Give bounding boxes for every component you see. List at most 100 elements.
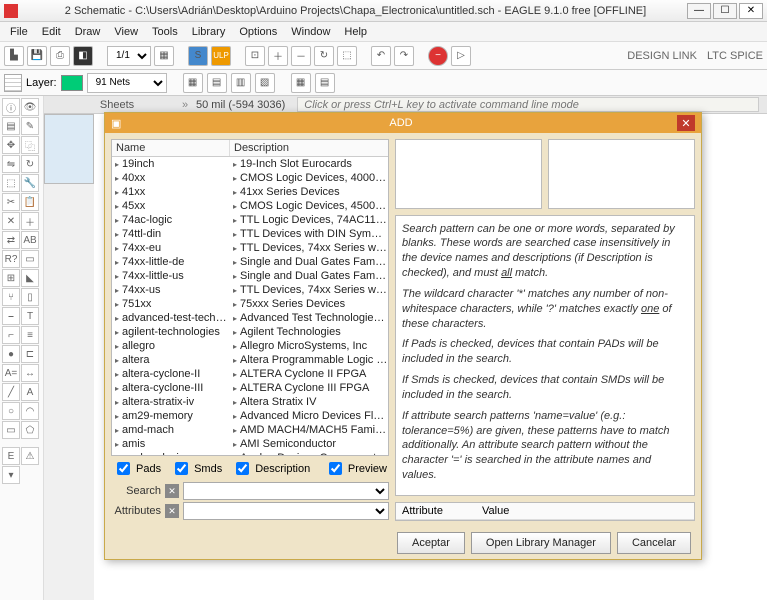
delete-icon[interactable]: ✕ [2, 212, 20, 230]
menu-help[interactable]: Help [338, 24, 373, 40]
pads-checkbox[interactable]: Pads [113, 459, 161, 478]
zoom-select-icon[interactable]: ⬚ [337, 46, 357, 66]
view-mode-5[interactable]: ▦ [291, 73, 311, 93]
open-icon[interactable]: ▙ [4, 46, 24, 66]
board-icon[interactable]: ▦ [154, 46, 174, 66]
list-item[interactable]: ▸altera▸Altera Programmable Logic Device… [112, 353, 388, 367]
list-item[interactable]: ▸41xx▸41xx Series Devices [112, 185, 388, 199]
name-icon[interactable]: R? [2, 250, 20, 268]
zoom-out-icon[interactable]: － [291, 46, 311, 66]
circle-icon[interactable]: ○ [2, 402, 20, 420]
smds-checkbox[interactable]: Smds [171, 459, 222, 478]
save-icon[interactable]: 💾 [27, 46, 47, 66]
command-line-input[interactable] [297, 97, 759, 112]
view-mode-4[interactable]: ▧ [255, 73, 275, 93]
dimension-icon[interactable]: ↔ [21, 364, 39, 382]
list-item[interactable]: ▸amd-mach▸AMD MACH4/MACH5 Family (Vantis… [112, 423, 388, 437]
brand-ltspice[interactable]: LTC SPICE [707, 50, 763, 62]
list-item[interactable]: ▸allegro▸Allegro MicroSystems, Inc [112, 339, 388, 353]
list-item[interactable]: ▸altera-stratix-iv▸Altera Stratix IV [112, 395, 388, 409]
ok-button[interactable]: Aceptar [397, 532, 465, 554]
list-item[interactable]: ▸altera-cyclone-III▸ALTERA Cyclone III F… [112, 381, 388, 395]
copy-icon[interactable]: ⿻ [21, 136, 39, 154]
list-item[interactable]: ▸amis▸AMI Semiconductor [112, 437, 388, 451]
text-tool-icon[interactable]: T [21, 307, 39, 325]
list-item[interactable]: ▸751xx▸75xxx Series Devices [112, 297, 388, 311]
menu-tools[interactable]: Tools [146, 24, 184, 40]
errors-icon[interactable]: ⚠ [21, 447, 39, 465]
mark-icon[interactable]: ✎ [21, 117, 39, 135]
list-item[interactable]: ▸am29-memory▸Advanced Micro Devices Flas… [112, 409, 388, 423]
list-item[interactable]: ▸74xx-us▸TTL Devices, 74xx Series with U… [112, 283, 388, 297]
grid-icon[interactable] [4, 74, 22, 92]
go-icon[interactable]: ▷ [451, 46, 471, 66]
list-item[interactable]: ▸74ttl-din▸TTL Devices with DIN Symbols [112, 227, 388, 241]
zoom-redraw-icon[interactable]: ↻ [314, 46, 334, 66]
zoom-in-icon[interactable]: ＋ [268, 46, 288, 66]
bus-icon[interactable]: ≡ [21, 326, 39, 344]
list-item[interactable]: ▸74xx-eu▸TTL Devices, 74xx Series with E… [112, 241, 388, 255]
net-icon[interactable]: ⌐ [2, 326, 20, 344]
menu-draw[interactable]: Draw [69, 24, 107, 40]
view-mode-6[interactable]: ▤ [315, 73, 335, 93]
attribute-tool-icon[interactable]: A= [2, 364, 20, 382]
list-item[interactable]: ▸analog-devices▸Analog Devices Component… [112, 451, 388, 455]
zoom-select[interactable]: 1/1 [107, 46, 151, 66]
value-col-header[interactable]: Value [476, 503, 515, 519]
erc-icon[interactable]: E [2, 447, 20, 465]
ulp-icon[interactable]: ULP [211, 46, 231, 66]
miter-icon[interactable]: ◣ [21, 269, 39, 287]
print-icon[interactable]: ⎙ [50, 46, 70, 66]
line-icon[interactable]: ╱ [2, 383, 20, 401]
list-item[interactable]: ▸74xx-little-de▸Single and Dual Gates Fa… [112, 255, 388, 269]
mirror-icon[interactable]: ⇋ [2, 155, 20, 173]
menu-view[interactable]: View [108, 24, 144, 40]
cancel-button[interactable]: Cancelar [617, 532, 691, 554]
layer-select[interactable]: 91 Nets [87, 73, 167, 93]
col-name-header[interactable]: Name [112, 140, 230, 156]
move-icon[interactable]: ✥ [2, 136, 20, 154]
undo-icon[interactable]: ↶ [371, 46, 391, 66]
library-rows[interactable]: ▸19inch▸19-Inch Slot Eurocards▸40xx▸CMOS… [112, 157, 388, 455]
attr-col-header[interactable]: Attribute [396, 503, 476, 519]
list-item[interactable]: ▸agilent-technologies▸Agilent Technologi… [112, 325, 388, 339]
col-desc-header[interactable]: Description [230, 140, 388, 156]
change-icon[interactable]: 🔧 [21, 174, 39, 192]
layer-tool-icon[interactable]: ▤ [2, 117, 20, 135]
search-input[interactable] [183, 482, 389, 500]
maximize-button[interactable]: ☐ [713, 3, 737, 19]
expand-icon[interactable]: » [182, 99, 196, 111]
chevron-down-icon[interactable]: ▾ [2, 466, 20, 484]
list-item[interactable]: ▸74xx-little-us▸Single and Dual Gates Fa… [112, 269, 388, 283]
label-icon[interactable]: ⊏ [21, 345, 39, 363]
text-icon[interactable]: A [21, 383, 39, 401]
minimize-button[interactable]: — [687, 3, 711, 19]
menu-options[interactable]: Options [233, 24, 283, 40]
sheet-thumbnail[interactable] [44, 114, 94, 184]
layer-color-swatch[interactable] [61, 75, 83, 91]
clear-search-button[interactable]: ✕ [165, 484, 179, 498]
wire-icon[interactable]: ⎯ [2, 307, 20, 325]
attributes-input[interactable] [183, 502, 389, 520]
dialog-close-button[interactable]: ✕ [677, 115, 695, 131]
cut-icon[interactable]: ✂ [2, 193, 20, 211]
view-mode-2[interactable]: ▤ [207, 73, 227, 93]
description-checkbox[interactable]: Description [232, 459, 310, 478]
preview-checkbox[interactable]: Preview [325, 459, 387, 478]
polygon-icon[interactable]: ⬠ [21, 421, 39, 439]
rotate-icon[interactable]: ↻ [21, 155, 39, 173]
view-mode-3[interactable]: ▥ [231, 73, 251, 93]
menu-edit[interactable]: Edit [36, 24, 67, 40]
smash-icon[interactable]: ⊞ [2, 269, 20, 287]
value-icon[interactable]: ▭ [21, 250, 39, 268]
clear-attributes-button[interactable]: ✕ [165, 504, 179, 518]
close-button[interactable]: ✕ [739, 3, 763, 19]
arc-icon[interactable]: ◠ [21, 402, 39, 420]
split-icon[interactable]: ⑂ [2, 288, 20, 306]
eye-icon[interactable]: 👁 [21, 98, 39, 116]
scr-icon[interactable]: S [188, 46, 208, 66]
add-icon[interactable]: ＋ [21, 212, 39, 230]
paste-icon[interactable]: 📋 [21, 193, 39, 211]
replace-icon[interactable]: AB [21, 231, 39, 249]
list-item[interactable]: ▸45xx▸CMOS Logic Devices, 4500 Series [112, 199, 388, 213]
